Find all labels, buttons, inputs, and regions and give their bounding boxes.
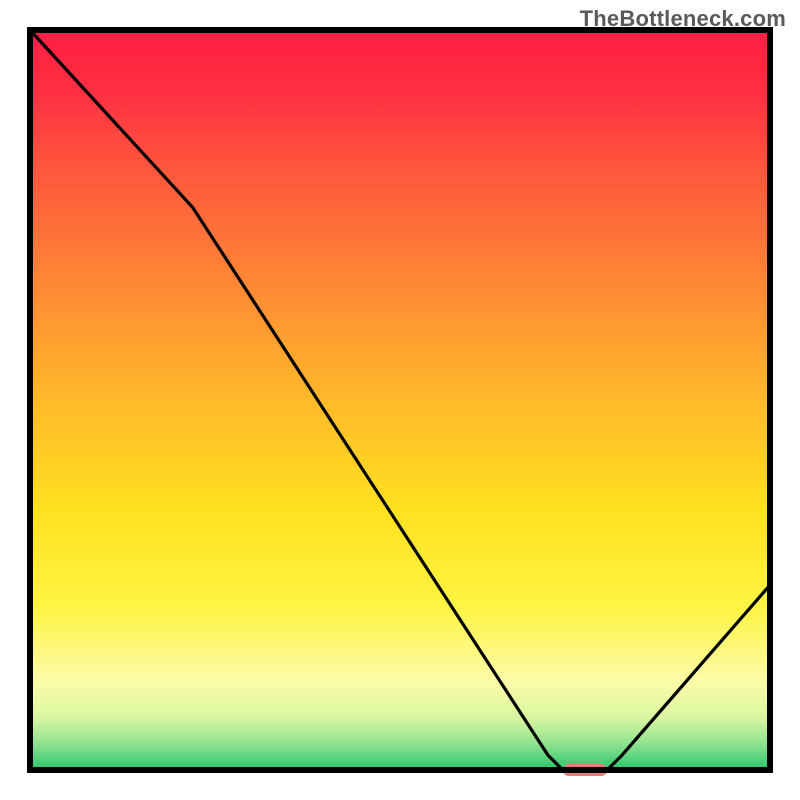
chart-container: { "watermark": "TheBottleneck.com", "cha…	[0, 0, 800, 800]
bottleneck-chart	[0, 0, 800, 800]
gradient-background	[30, 30, 770, 770]
watermark-text: TheBottleneck.com	[580, 6, 786, 32]
